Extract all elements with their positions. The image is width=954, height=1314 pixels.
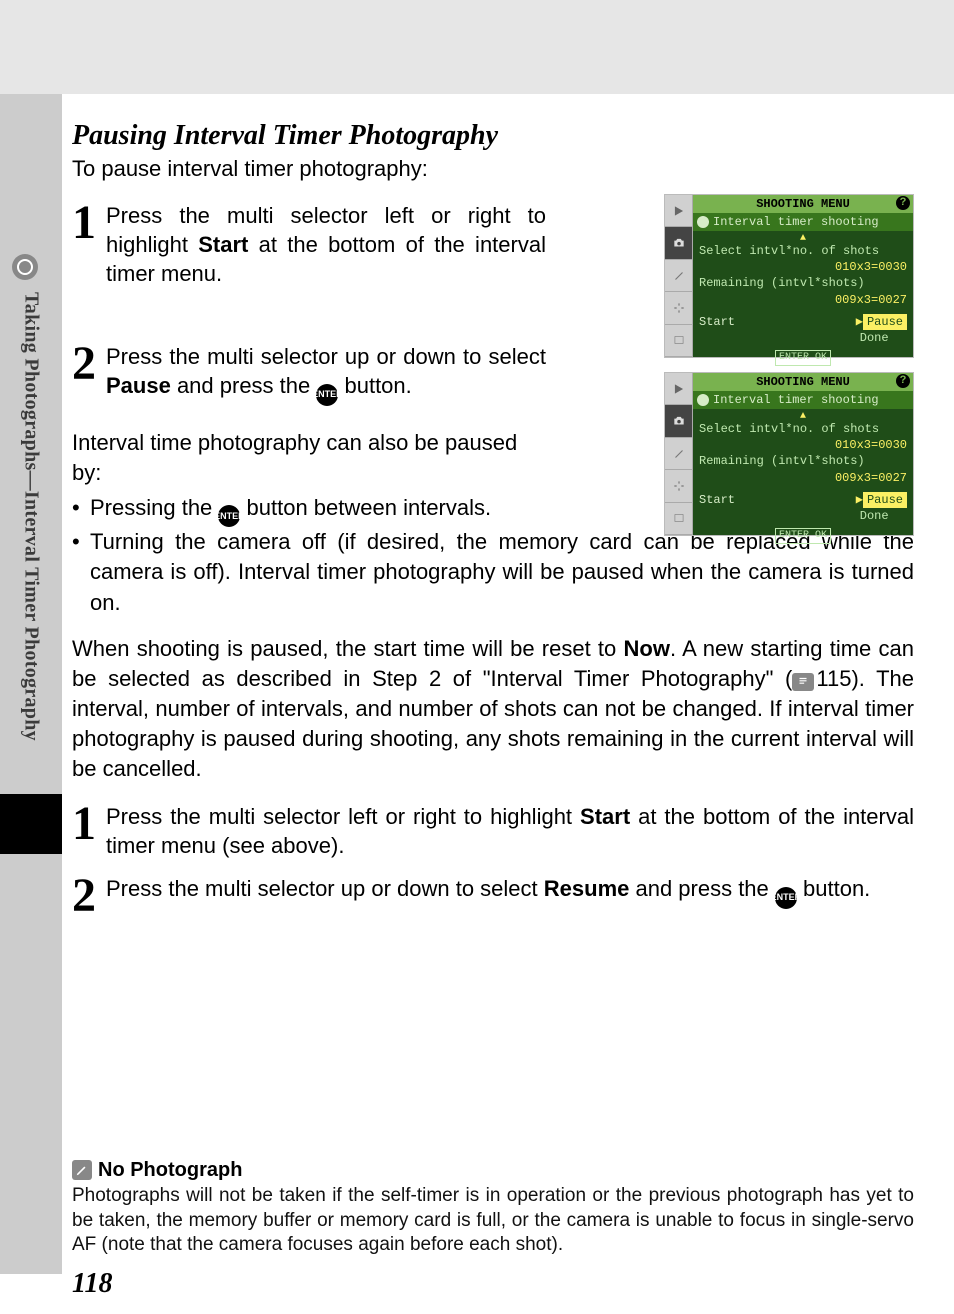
retouch-tab-icon: [665, 503, 692, 535]
retouch-tab-icon: [665, 325, 692, 357]
enter-icon: ENTER: [316, 384, 338, 406]
now-keyword: Now: [624, 636, 670, 661]
clock-icon: [697, 394, 709, 406]
playback-tab-icon: [665, 373, 692, 405]
t: and press the: [629, 876, 775, 901]
page-header-band: [0, 0, 954, 94]
start-label: Start: [699, 314, 735, 330]
menu-subtitle: Interval timer shooting: [693, 213, 913, 231]
camera-menu-1: SHOOTING MENU? Interval timer shooting ▲…: [664, 194, 914, 358]
row-remaining-value: 009x3=0027: [699, 470, 907, 486]
page-number: 118: [72, 1268, 112, 1300]
custom-tab-icon: [665, 260, 692, 292]
page-ref-icon: [792, 673, 814, 691]
now-paragraph: When shooting is paused, the start time …: [72, 634, 914, 784]
lead: Interval time photography can also be pa…: [72, 428, 532, 489]
note-box: No Photograph Photographs will not be ta…: [72, 1159, 914, 1258]
camera-menu-2: SHOOTING MENU? Interval timer shooting ▲…: [664, 372, 914, 536]
menu-tab-strip: [665, 195, 693, 357]
enter-icon: ENTER: [775, 887, 797, 909]
playback-tab-icon: [665, 195, 692, 227]
scroll-up-icon: ▲: [699, 235, 907, 243]
t: button.: [338, 373, 411, 398]
shooting-tab-icon: [665, 405, 692, 437]
t: Press the multi selector left or right t…: [106, 804, 580, 829]
menu-tab-strip: [665, 373, 693, 535]
setup-tab-icon: [665, 292, 692, 324]
note-title: No Photograph: [98, 1159, 242, 1182]
custom-tab-icon: [665, 438, 692, 470]
setup-tab-icon: [665, 470, 692, 502]
step-number: 2: [72, 342, 106, 406]
menu-subtitle: Interval timer shooting: [693, 391, 913, 409]
option-pause: Pause: [863, 314, 907, 330]
cursor-icon: ▶: [856, 315, 863, 329]
menu-body: ▲ Select intvl*no. of shots 010x3=0030 R…: [693, 409, 913, 535]
step-text: Press the multi selector left or right t…: [106, 802, 914, 860]
resume-step-1: 1 Press the multi selector left or right…: [72, 802, 914, 860]
scroll-up-icon: ▲: [699, 413, 907, 421]
row-select: Select intvl*no. of shots: [699, 421, 907, 437]
menu-body: ▲ Select intvl*no. of shots 010x3=0030 R…: [693, 231, 913, 357]
step-number: 1: [72, 802, 106, 860]
side-tab: Taking Photographs—Interval Timer Photog…: [0, 94, 62, 1274]
cursor-icon: ▶: [856, 493, 863, 507]
menu-title: SHOOTING MENU?: [693, 195, 913, 213]
start-keyword: Start: [580, 804, 630, 829]
menu-title: SHOOTING MENU?: [693, 373, 913, 391]
bullet-item: • Pressing the ENTER button between inte…: [72, 493, 532, 527]
start-keyword: Start: [198, 232, 248, 257]
intro-line: To pause interval timer photography:: [72, 154, 914, 183]
timer-icon: [12, 254, 38, 280]
pause-keyword: Pause: [106, 373, 171, 398]
step-text: Press the multi selector up or down to s…: [106, 342, 546, 406]
t: and press the: [171, 373, 317, 398]
note-body: Photographs will not be taken if the sel…: [72, 1184, 914, 1258]
step-text: Press the multi selector up or down to s…: [106, 874, 914, 917]
help-icon: ?: [896, 374, 910, 388]
step-number: 2: [72, 874, 106, 917]
row-remaining: Remaining (intvl*shots): [699, 453, 907, 469]
section-heading: Pausing Interval Timer Photography: [72, 120, 914, 152]
side-thumb-tab: [0, 794, 62, 854]
row-select-value: 010x3=0030: [699, 437, 907, 453]
camera-menu-screenshots: SHOOTING MENU? Interval timer shooting ▲…: [664, 194, 914, 550]
t: button.: [797, 876, 870, 901]
ok-hint: ENTER OK: [699, 526, 907, 544]
t: button between intervals.: [240, 495, 491, 520]
resume-steps: 1 Press the multi selector left or right…: [72, 802, 914, 917]
start-label: Start: [699, 492, 735, 508]
step-number: 1: [72, 201, 106, 288]
help-icon: ?: [896, 196, 910, 210]
resume-step-2: 2 Press the multi selector up or down to…: [72, 874, 914, 917]
side-section-label: Taking Photographs—Interval Timer Photog…: [20, 292, 43, 741]
option-done: Done: [856, 330, 893, 346]
row-select-value: 010x3=0030: [699, 259, 907, 275]
ok-hint: ENTER OK: [699, 348, 907, 366]
row-remaining-value: 009x3=0027: [699, 292, 907, 308]
option-done: Done: [856, 508, 893, 524]
resume-keyword: Resume: [544, 876, 630, 901]
option-pause: Pause: [863, 492, 907, 508]
shooting-tab-icon: [665, 227, 692, 259]
pencil-icon: [72, 1160, 92, 1180]
t: When shooting is paused, the start time …: [72, 636, 624, 661]
page-ref-number: 115: [816, 666, 851, 691]
t: Press the multi selector up or down to s…: [106, 344, 546, 369]
clock-icon: [697, 216, 709, 228]
enter-icon: ENTER: [218, 505, 240, 527]
row-remaining: Remaining (intvl*shots): [699, 275, 907, 291]
row-select: Select intvl*no. of shots: [699, 243, 907, 259]
step-text: Press the multi selector left or right t…: [106, 201, 546, 288]
t: Press the multi selector up or down to s…: [106, 876, 544, 901]
note-heading: No Photograph: [72, 1159, 914, 1182]
t: Pressing the: [90, 495, 218, 520]
